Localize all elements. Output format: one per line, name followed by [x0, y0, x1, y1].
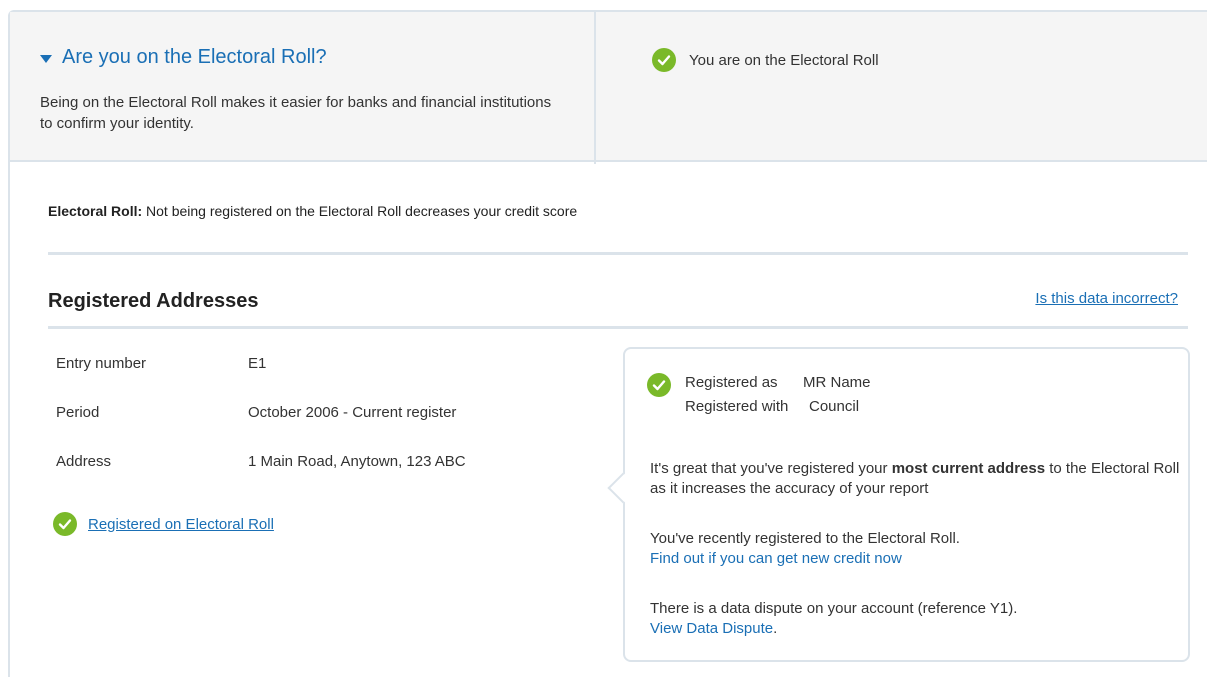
registration-info-card: Registered as MR Name Registered with Coun…: [623, 347, 1190, 662]
new-credit-message: You've recently registered to the Electo…: [650, 529, 1180, 569]
data-dispute-period: .: [773, 620, 778, 637]
view-data-dispute-link[interactable]: View Data Dispute: [650, 620, 773, 637]
check-circle-icon: [647, 373, 671, 397]
notice-text: Not being registered on the Electoral Ro…: [142, 203, 578, 219]
section-title: Registered Addresses: [48, 290, 259, 312]
accuracy-message: It's great that you've registered your m…: [650, 459, 1180, 499]
divider: [48, 252, 1188, 255]
toggle-title: Are you on the Electoral Roll?: [62, 46, 327, 68]
address-label: Address: [56, 453, 112, 470]
electoral-roll-toggle[interactable]: Are you on the Electoral Roll?: [40, 46, 327, 69]
entry-number-label: Entry number: [56, 355, 147, 372]
check-circle-icon: [652, 48, 676, 72]
entry-number-row: Entry number E1: [56, 355, 266, 372]
period-label: Period: [56, 404, 100, 421]
registered-on-electoral-roll-link[interactable]: Registered on Electoral Roll: [88, 516, 274, 533]
section-divider: [48, 326, 1188, 329]
registered-as-value: MR Name: [803, 374, 871, 391]
registration-kv: Registered as MR Name Registered with Coun…: [685, 371, 871, 419]
summary-band: [10, 12, 1207, 162]
data-dispute-message: There is a data dispute on your account …: [650, 599, 1180, 639]
new-credit-text: You've recently registered to the Electo…: [650, 530, 960, 547]
summary-description: Being on the Electoral Roll makes it eas…: [40, 94, 552, 132]
address-value: 1 Main Road, Anytown, 123 ABC: [248, 453, 466, 470]
registered-with-value: Council: [809, 398, 860, 415]
summary-divider: [594, 12, 596, 164]
electoral-roll-notice: Electoral Roll: Not being registered on …: [48, 203, 577, 219]
check-circle-icon: [53, 512, 77, 536]
entry-number-value: E1: [248, 355, 267, 372]
accuracy-text-prefix: It's great that you've registered your: [650, 460, 892, 477]
data-dispute-text: There is a data dispute on your account …: [650, 600, 1018, 617]
status-line: You are on the Electoral Roll: [652, 48, 879, 72]
notice-label: Electoral Roll:: [48, 203, 143, 219]
data-incorrect-link[interactable]: Is this data incorrect?: [1035, 290, 1178, 307]
registered-as-label: Registered as: [685, 374, 778, 391]
period-value: October 2006 - Current register: [248, 404, 457, 421]
registration-details: Registered as MR Name Registered with Coun…: [647, 371, 871, 419]
status-text: You are on the Electoral Roll: [689, 51, 879, 69]
accuracy-text-bold: most current address: [891, 460, 1046, 477]
triangle-down-icon: [40, 54, 52, 63]
address-row: Address 1 Main Road, Anytown, 123 ABC: [56, 453, 466, 470]
registered-status-row: Registered on Electoral Roll: [53, 512, 274, 536]
period-row: Period October 2006 - Current register: [56, 404, 456, 421]
new-credit-link[interactable]: Find out if you can get new credit now: [650, 550, 902, 567]
registered-with-label: Registered with: [685, 398, 789, 415]
